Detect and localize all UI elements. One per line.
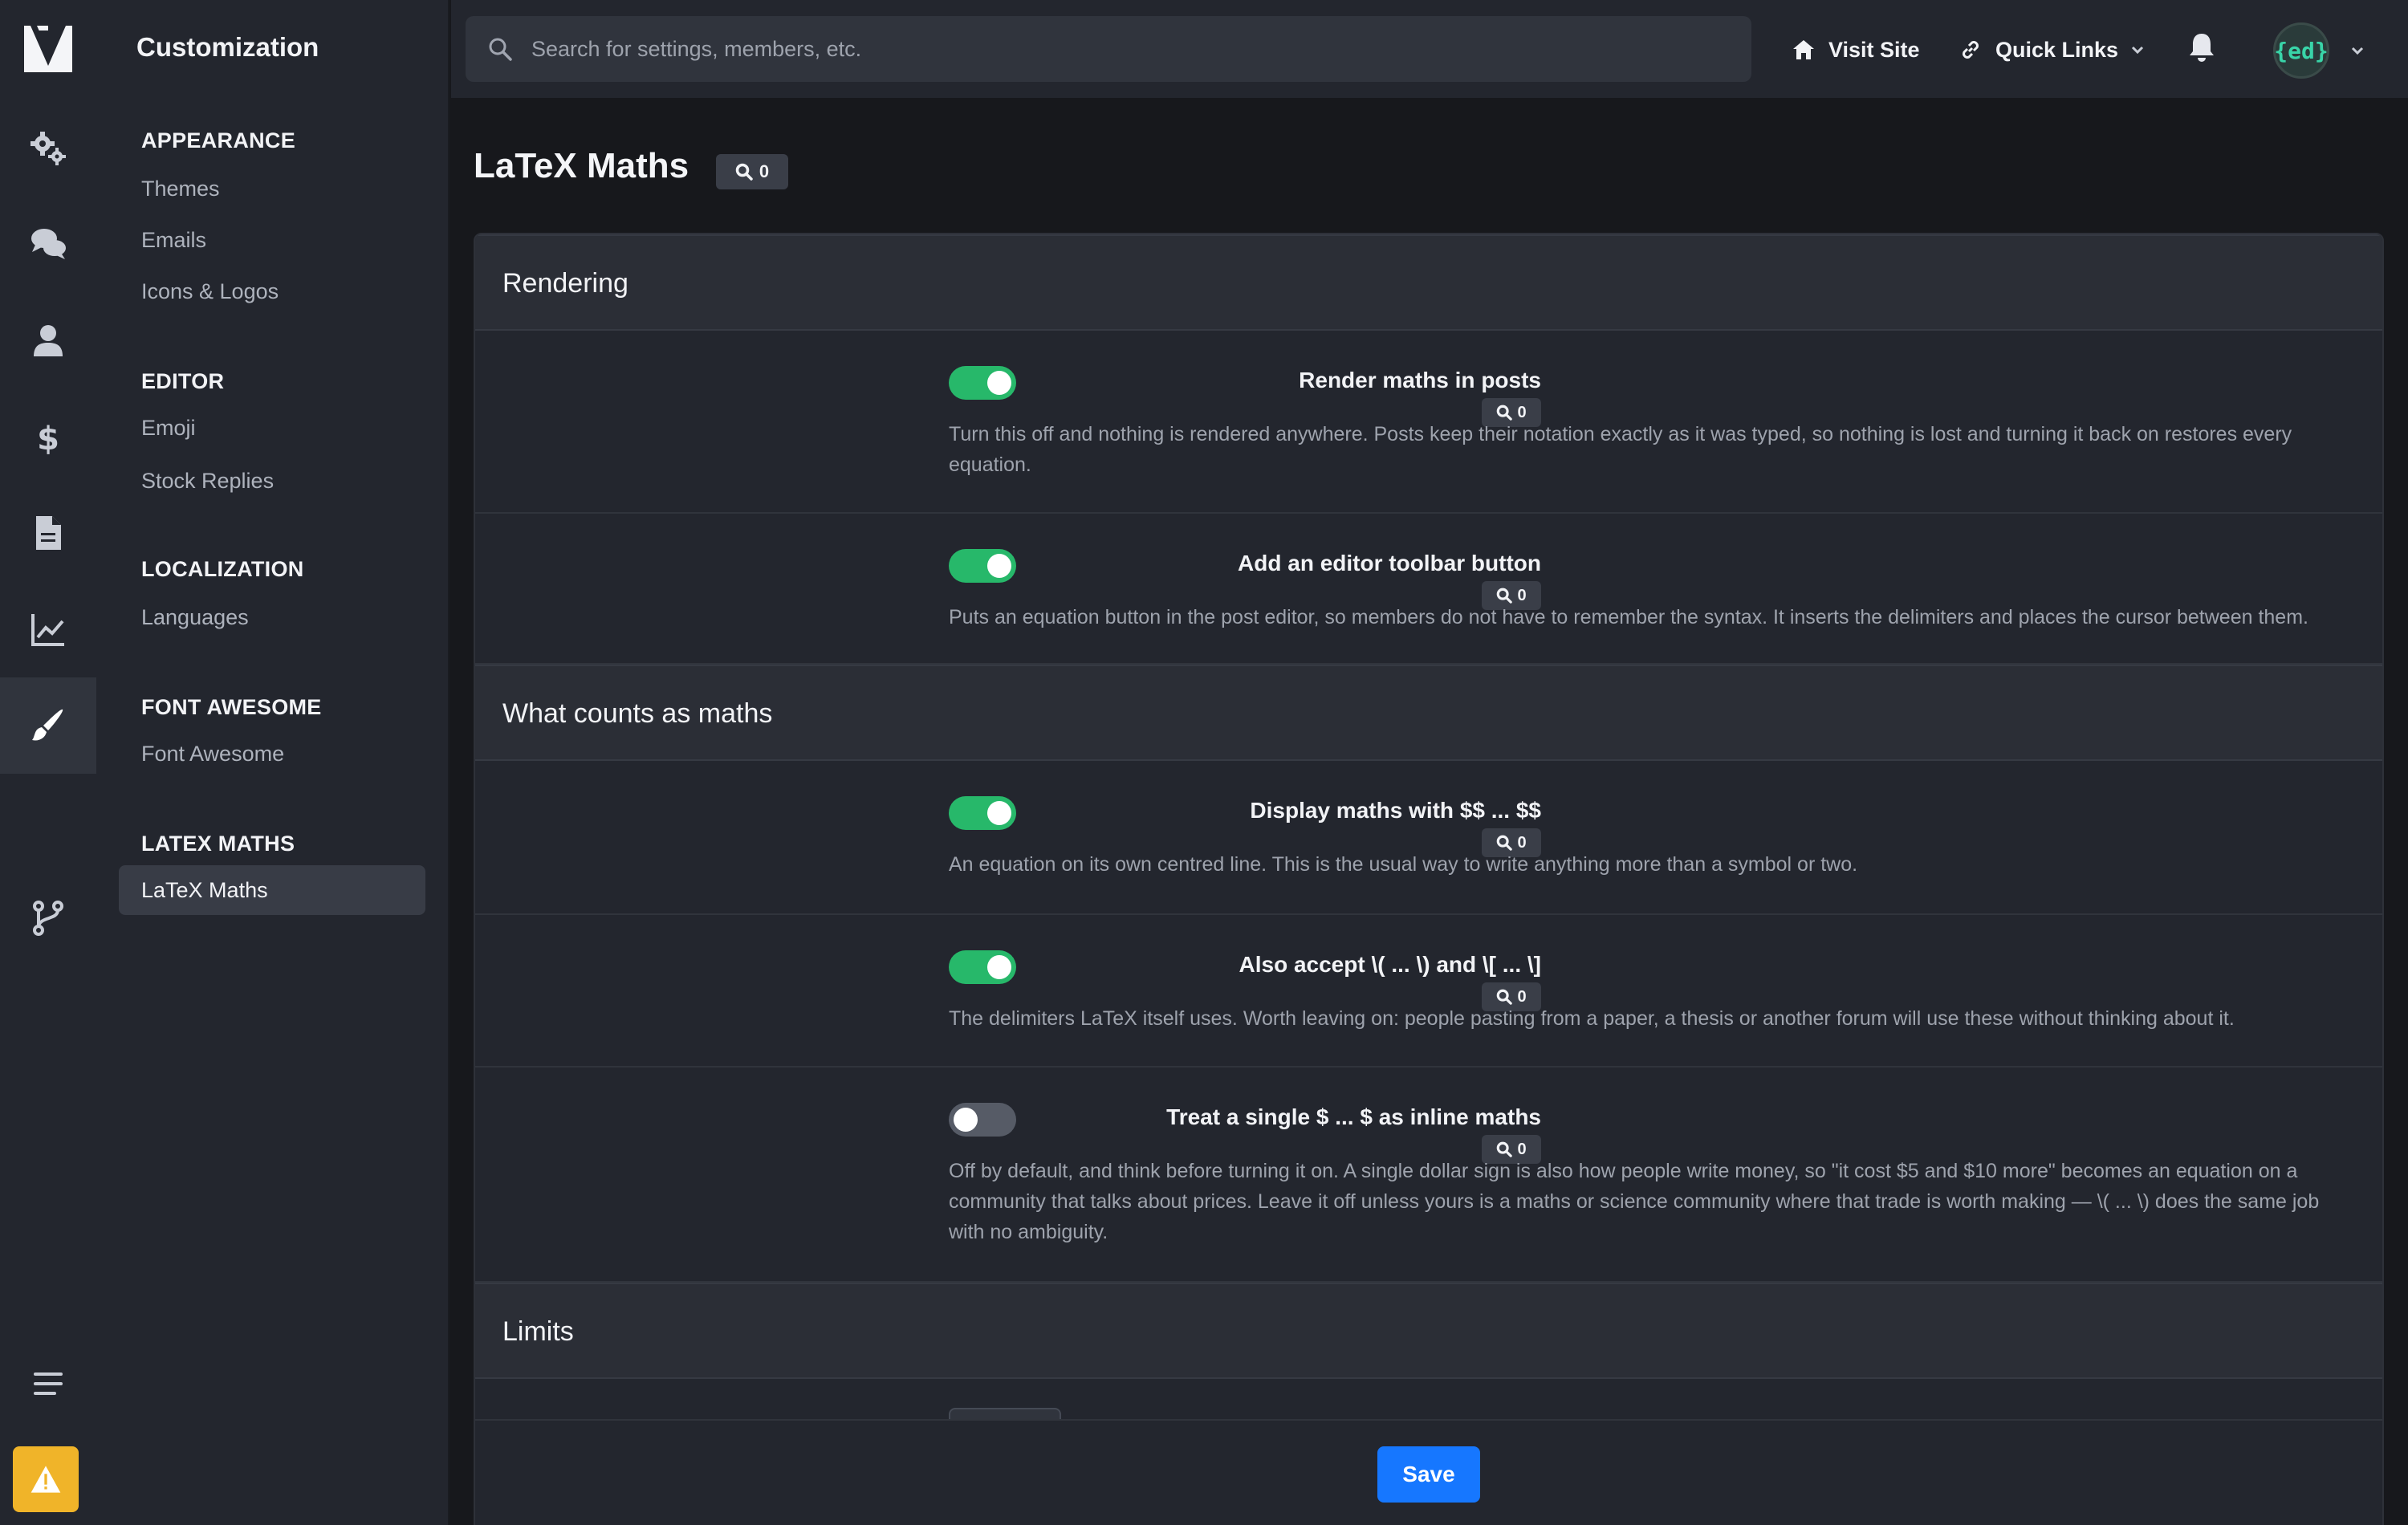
rail-commerce[interactable]: $ <box>0 388 96 485</box>
group-localization: LOCALIZATION <box>141 557 304 581</box>
group-appearance: APPEARANCE <box>141 128 296 152</box>
display-maths-toggle[interactable] <box>949 796 1016 830</box>
section-header-limits: Limits <box>475 1283 2382 1379</box>
setting-row: Add an editor toolbar button 0 Puts an e… <box>475 514 2382 665</box>
developer-branch-icon <box>33 901 63 936</box>
quick-links-menu[interactable]: Quick Links <box>1959 31 2146 69</box>
customization-sidebar: Customization APPEARANCE Themes Emails I… <box>96 0 449 1525</box>
search-icon <box>1497 405 1513 421</box>
sidebar-item-emoji[interactable]: Emoji <box>141 416 196 441</box>
setting-row: Render maths in posts 0 Turn this off an… <box>475 331 2382 514</box>
search-box <box>466 16 1751 82</box>
save-bar: Save <box>475 1419 2382 1525</box>
inline-dollar-maths-toggle[interactable] <box>949 1103 1016 1137</box>
rail-statistics[interactable] <box>0 581 96 677</box>
rail-members[interactable] <box>0 292 96 388</box>
group-font-awesome: FONT AWESOME <box>141 695 322 719</box>
icon-rail: $ <box>0 0 96 1525</box>
setting-label: Also accept \( ... \) and \[ ... \] <box>1239 952 1542 977</box>
sidebar-item-font-awesome[interactable]: Font Awesome <box>141 742 284 767</box>
pages-document-icon <box>36 516 61 550</box>
sidebar-item-languages[interactable]: Languages <box>141 605 249 630</box>
statistics-chart-icon <box>31 614 64 646</box>
setting-label: Treat a single $ ... $ as inline maths <box>1166 1104 1541 1129</box>
setting-description: The delimiters LaTeX itself uses. Worth … <box>949 1007 2235 1030</box>
rail-developer[interactable] <box>0 870 96 966</box>
setting-label: Add an editor toolbar button <box>1238 551 1541 575</box>
search-icon <box>1497 588 1513 604</box>
sidebar-item-emails[interactable]: Emails <box>141 228 206 253</box>
search-icon <box>489 38 512 61</box>
group-latex-maths: LATEX MATHS <box>141 832 295 856</box>
search-icon <box>1497 1141 1513 1157</box>
section-header-rendering: Rendering <box>475 234 2382 331</box>
search-input[interactable] <box>531 16 1735 82</box>
sidebar-item-stock-replies[interactable]: Stock Replies <box>141 469 274 494</box>
rail-pages[interactable] <box>0 485 96 581</box>
sidebar-item-themes[interactable]: Themes <box>141 177 220 201</box>
logo-icon[interactable] <box>22 22 74 74</box>
home-icon <box>1793 40 1814 59</box>
settings-panel: Rendering Render maths in posts 0 Turn t… <box>474 233 2384 1525</box>
latex-delimiters-toggle[interactable] <box>949 950 1016 984</box>
setting-description: Off by default, and think before turning… <box>949 1160 2320 1243</box>
rail-customization[interactable] <box>0 677 96 774</box>
link-icon <box>1963 41 1979 59</box>
sidebar-item-icons-logos[interactable]: Icons & Logos <box>141 279 279 304</box>
discussions-icon <box>31 229 66 259</box>
setting-description: An equation on its own centred line. Thi… <box>949 853 1858 876</box>
setting-description: Turn this off and nothing is rendered an… <box>949 423 2292 476</box>
sidebar-item-latex-maths[interactable]: LaTeX Maths <box>119 865 425 915</box>
setting-label: Render maths in posts <box>1299 368 1541 392</box>
setting-row: Also accept \( ... \) and \[ ... \] 0 Th… <box>475 915 2382 1068</box>
visit-site-link[interactable]: Visit Site <box>1792 31 1920 69</box>
section-header-what-counts: What counts as maths <box>475 665 2382 761</box>
user-avatar[interactable]: {ed} <box>2273 22 2329 79</box>
warning-button[interactable] <box>13 1446 79 1512</box>
rail-discussions[interactable] <box>0 196 96 292</box>
render-maths-toggle[interactable] <box>949 366 1016 400</box>
chevron-down-icon <box>2132 46 2144 55</box>
commerce-dollar-icon: $ <box>37 421 59 456</box>
setting-description: Puts an equation button in the post edit… <box>949 606 2308 628</box>
settings-gears-icon <box>31 132 66 165</box>
setting-row: Treat a single $ ... $ as inline maths 0… <box>475 1068 2382 1283</box>
rail-settings[interactable] <box>0 100 96 196</box>
members-icon <box>34 325 63 356</box>
search-icon <box>735 163 753 181</box>
avatar-text: {ed} <box>2274 37 2329 64</box>
search-icon <box>1497 835 1513 851</box>
page-title: LaTeX Maths <box>474 146 689 185</box>
warning-icon <box>31 1466 61 1493</box>
group-editor: EDITOR <box>141 369 225 393</box>
visit-site-label: Visit Site <box>1828 37 1920 62</box>
editor-toolbar-button-toggle[interactable] <box>949 549 1016 583</box>
chevron-down-icon[interactable] <box>2349 42 2366 59</box>
search-count-badge[interactable]: 0 <box>716 154 788 189</box>
top-bar: Visit Site Quick Links {ed} <box>451 0 2408 98</box>
rail-menu[interactable] <box>0 1336 96 1432</box>
search-count: 0 <box>759 161 770 181</box>
setting-row: Display maths with $$ ... $$ 0 An equati… <box>475 761 2382 915</box>
search-icon <box>1497 989 1513 1005</box>
save-button[interactable]: Save <box>1377 1446 1480 1503</box>
sidebar-title: Customization <box>136 32 319 62</box>
menu-icon <box>34 1372 63 1395</box>
notifications-bell-icon[interactable] <box>2185 31 2219 64</box>
setting-label: Display maths with $$ ... $$ <box>1250 798 1541 823</box>
customization-brush-icon <box>32 709 63 741</box>
quick-links-label: Quick Links <box>1995 37 2119 62</box>
svg-text:$: $ <box>37 421 59 456</box>
